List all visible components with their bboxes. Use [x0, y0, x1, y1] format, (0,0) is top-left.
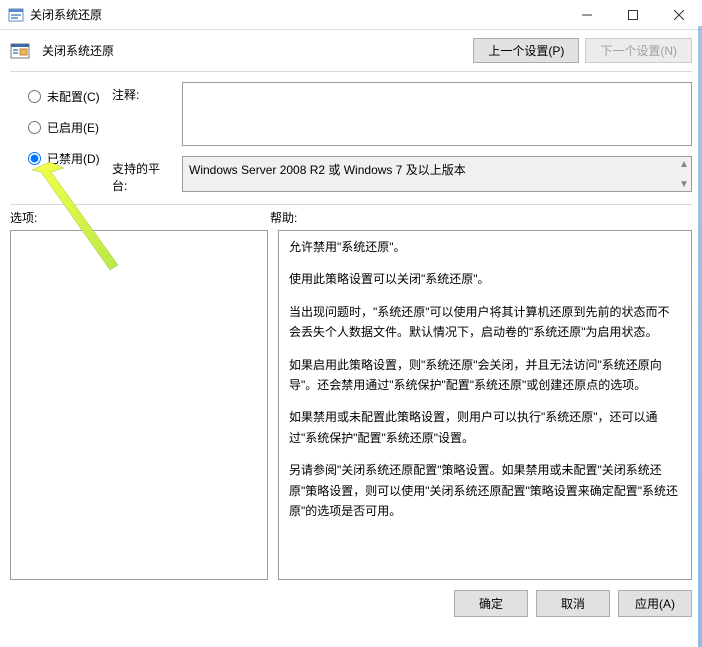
fields: 注释: 支持的平台: Windows Server 2008 R2 或 Wind…: [112, 82, 692, 194]
platform-label: 支持的平台:: [112, 156, 174, 194]
scrollbar-edge: [698, 26, 702, 647]
options-panel: [10, 230, 268, 580]
prev-setting-button[interactable]: 上一个设置(P): [473, 38, 579, 63]
help-paragraph: 使用此策略设置可以关闭"系统还原"。: [289, 269, 681, 289]
platform-value: Windows Server 2008 R2 或 Windows 7 及以上版本…: [182, 156, 692, 192]
options-label: 选项:: [10, 209, 270, 226]
radio-group: 未配置(C) 已启用(E) 已禁用(D): [10, 82, 100, 194]
help-paragraph: 允许禁用"系统还原"。: [289, 237, 681, 257]
comment-label: 注释:: [112, 82, 174, 103]
radio-disabled[interactable]: 已禁用(D): [28, 150, 100, 167]
radio-enabled-input[interactable]: [28, 121, 41, 134]
help-paragraph: 另请参阅"关闭系统还原配置"策略设置。如果禁用或未配置"关闭系统还原"策略设置，…: [289, 460, 681, 521]
apply-button[interactable]: 应用(A): [618, 590, 692, 617]
radio-enabled[interactable]: 已启用(E): [28, 119, 100, 136]
toolbar: 关闭系统还原 上一个设置(P) 下一个设置(N): [0, 30, 702, 71]
help-paragraph: 当出现问题时，"系统还原"可以使用户将其计算机还原到先前的状态而不会丢失个人数据…: [289, 302, 681, 343]
panels-header: 选项: 帮助:: [0, 205, 702, 230]
scroll-down-icon: ▼: [679, 179, 689, 189]
help-paragraph: 如果启用此策略设置，则"系统还原"会关闭，并且无法访问"系统还原向导"。还会禁用…: [289, 355, 681, 396]
dialog-buttons: 确定 取消 应用(A): [0, 580, 702, 627]
next-setting-button: 下一个设置(N): [585, 38, 692, 63]
radio-label: 未配置(C): [47, 88, 100, 105]
window-title: 关闭系统还原: [30, 6, 564, 23]
cancel-button[interactable]: 取消: [536, 590, 610, 617]
radio-disabled-input[interactable]: [28, 152, 41, 165]
radio-label: 已禁用(D): [47, 150, 100, 167]
help-paragraph: 如果禁用或未配置此策略设置，则用户可以执行"系统还原"，还可以通过"系统保护"配…: [289, 407, 681, 448]
comment-input[interactable]: [182, 82, 692, 146]
radio-not-configured-input[interactable]: [28, 90, 41, 103]
maximize-button[interactable]: [610, 0, 656, 29]
minimize-button[interactable]: [564, 0, 610, 29]
panels: 允许禁用"系统还原"。使用此策略设置可以关闭"系统还原"。当出现问题时，"系统还…: [0, 230, 702, 580]
titlebar: 关闭系统还原: [0, 0, 702, 30]
radio-not-configured[interactable]: 未配置(C): [28, 88, 100, 105]
comment-field-row: 注释:: [112, 82, 692, 146]
help-panel: 允许禁用"系统还原"。使用此策略设置可以关闭"系统还原"。当出现问题时，"系统还…: [278, 230, 692, 580]
policy-icon: [10, 41, 30, 61]
scroll-up-icon: ▲: [679, 159, 689, 169]
help-label: 帮助:: [270, 209, 297, 226]
close-button[interactable]: [656, 0, 702, 29]
radio-label: 已启用(E): [47, 119, 99, 136]
policy-title: 关闭系统还原: [42, 42, 461, 59]
ok-button[interactable]: 确定: [454, 590, 528, 617]
platform-text: Windows Server 2008 R2 或 Windows 7 及以上版本: [189, 163, 466, 177]
config-section: 未配置(C) 已启用(E) 已禁用(D) 注释: 支持的平台: Windows …: [0, 72, 702, 204]
app-icon: [8, 7, 24, 23]
window-controls: [564, 0, 702, 29]
platform-field-row: 支持的平台: Windows Server 2008 R2 或 Windows …: [112, 156, 692, 194]
